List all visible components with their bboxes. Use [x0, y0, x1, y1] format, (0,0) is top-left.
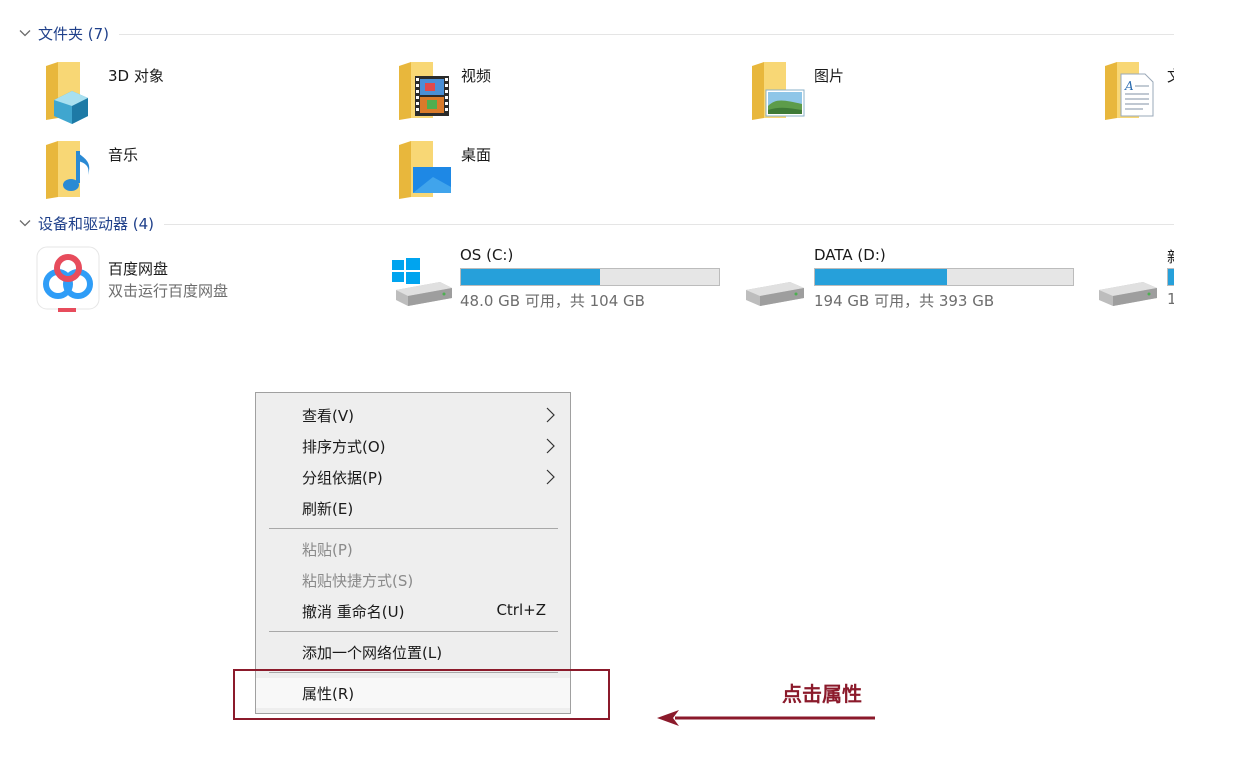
- device-info: 48.0 GB 可用，共 104 GB: [460, 292, 645, 310]
- pictures-folder-icon: [752, 62, 805, 120]
- baidu-netdisk-icon: [36, 246, 100, 312]
- device-baidu-netdisk[interactable]: 百度网盘 双击运行百度网盘: [36, 246, 376, 312]
- section-divider: [119, 33, 1174, 35]
- folders-section-title: 文件夹 (7): [38, 24, 110, 43]
- device-name: DATA (D:): [814, 246, 886, 264]
- drive-usage-bar: [460, 268, 720, 286]
- folder-name: 音乐: [108, 146, 139, 164]
- menu-item-label: 粘贴(P): [302, 541, 353, 559]
- menu-item-paste[interactable]: 粘贴(P): [256, 534, 570, 564]
- menu-item-label: 排序方式(O): [302, 438, 386, 456]
- folder-3d-objects[interactable]: 3D 对象: [44, 60, 384, 124]
- menu-item-add-network-location[interactable]: 添加一个网络位置(L): [256, 637, 570, 667]
- folder-name: 文: [1167, 65, 1174, 86]
- desktop-folder-icon: [399, 141, 451, 199]
- folder-documents[interactable]: A 文: [1103, 60, 1174, 124]
- device-info: 194 GB 可用，共 393 GB: [814, 292, 995, 310]
- drive-usage-fill: [815, 269, 947, 285]
- context-menu: 查看(V) 排序方式(O) 分组依据(P) 刷新(E) 粘贴(P) 粘贴快捷方式…: [255, 392, 571, 714]
- menu-item-paste-shortcut[interactable]: 粘贴快捷方式(S): [256, 565, 570, 595]
- menu-item-label: 分组依据(P): [302, 469, 383, 487]
- svg-text:A: A: [1124, 79, 1134, 93]
- 3d-objects-folder-icon: [46, 62, 88, 124]
- annotation-text: 点击属性: [782, 682, 862, 706]
- menu-item-group-by[interactable]: 分组依据(P): [256, 462, 570, 492]
- drive-d[interactable]: DATA (D:) 194 GB 可用，共 393 GB: [744, 246, 1084, 312]
- menu-item-label: 撤消 重命名(U): [302, 603, 405, 621]
- device-info: 双击运行百度网盘: [108, 282, 229, 300]
- device-name: 百度网盘: [108, 260, 169, 278]
- folder-name: 图片: [814, 67, 845, 85]
- menu-item-view[interactable]: 查看(V): [256, 400, 570, 430]
- annotation-highlight-box: [233, 669, 610, 720]
- folders-section-header[interactable]: 文件夹 (7): [18, 23, 1174, 43]
- folder-name: 视频: [461, 67, 492, 85]
- videos-folder-icon: [399, 62, 449, 120]
- folder-pictures[interactable]: 图片: [750, 60, 1090, 124]
- drive-usage-bar: [1167, 268, 1174, 286]
- menu-item-shortcut: Ctrl+Z: [496, 601, 546, 619]
- arrow-left-icon: [657, 710, 875, 726]
- documents-folder-icon: A: [1105, 62, 1154, 120]
- menu-item-label: 刷新(E): [302, 500, 354, 518]
- drive-usage-bar: [814, 268, 1074, 286]
- music-folder-icon: [46, 141, 90, 199]
- drive-c[interactable]: OS (C:) 48.0 GB 可用，共 104 GB: [390, 246, 730, 312]
- menu-item-undo-rename[interactable]: 撤消 重命名(U) Ctrl+Z: [256, 596, 570, 626]
- drive-new[interactable]: 新 1: [1097, 246, 1174, 312]
- drive-usage-fill: [461, 269, 601, 285]
- menu-separator: [269, 631, 558, 632]
- windows-drive-icon: [392, 258, 452, 306]
- device-name: OS (C:): [460, 246, 514, 264]
- menu-item-label: 添加一个网络位置(L): [302, 644, 443, 662]
- hard-drive-icon: [1099, 282, 1157, 306]
- devices-section-header[interactable]: 设备和驱动器 (4): [18, 213, 1174, 233]
- menu-separator: [269, 528, 558, 529]
- chevron-down-icon: [19, 30, 31, 37]
- menu-item-label: 查看(V): [302, 407, 354, 425]
- menu-item-label: 粘贴快捷方式(S): [302, 572, 414, 590]
- drive-usage-fill: [1168, 269, 1174, 285]
- folder-name: 3D 对象: [108, 67, 164, 85]
- folder-videos[interactable]: 视频: [397, 60, 737, 124]
- folder-name: 桌面: [461, 146, 492, 164]
- menu-item-refresh[interactable]: 刷新(E): [256, 493, 570, 523]
- chevron-right-icon: [546, 438, 555, 454]
- device-info: 1: [1167, 290, 1174, 308]
- devices-section-title: 设备和驱动器 (4): [38, 214, 155, 233]
- section-divider: [164, 223, 1174, 225]
- device-name: 新: [1167, 246, 1174, 267]
- chevron-right-icon: [546, 407, 555, 423]
- folder-music[interactable]: 音乐: [44, 139, 384, 203]
- chevron-right-icon: [546, 469, 555, 485]
- folder-desktop[interactable]: 桌面: [397, 139, 737, 203]
- menu-item-sort-by[interactable]: 排序方式(O): [256, 431, 570, 461]
- hard-drive-icon: [746, 282, 804, 306]
- chevron-down-icon: [19, 220, 31, 227]
